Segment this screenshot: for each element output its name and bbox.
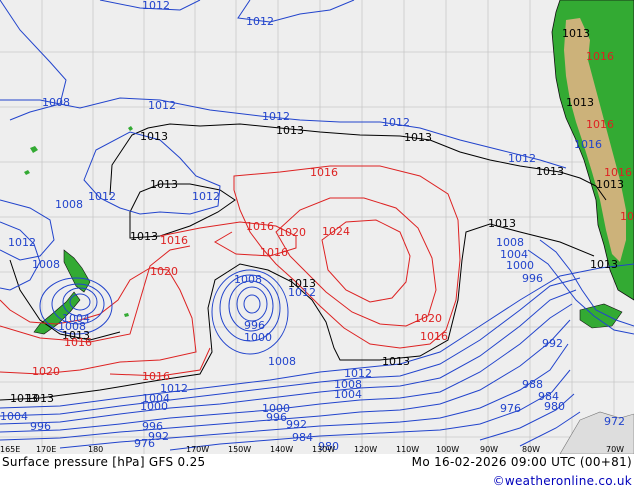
isobar-label-1013: 1013 xyxy=(276,124,304,137)
longitude-label: 180 xyxy=(88,445,103,454)
isobar-label-1004: 1004 xyxy=(334,388,362,401)
isobar-label-976: 976 xyxy=(500,402,521,415)
isobar-label-1016: 1016 xyxy=(246,220,274,233)
isobar-label-1008: 1008 xyxy=(268,355,296,368)
isobar-label-1013: 1013 xyxy=(590,258,618,271)
longitude-label: 110W xyxy=(396,445,419,454)
isobar-label-996: 996 xyxy=(522,272,543,285)
longitude-label: 140W xyxy=(270,445,293,454)
isobar-label-1016: 1016 xyxy=(420,330,448,343)
isobar-label-1008: 1008 xyxy=(42,96,70,109)
isobar-label-1013: 1013 xyxy=(488,217,516,230)
isobar-label-1016: 1016 xyxy=(586,118,614,131)
isobar-label-1016: 1016 xyxy=(310,166,338,179)
isobar-label-1013: 1013 xyxy=(150,178,178,191)
isobar-label-1012: 1012 xyxy=(88,190,116,203)
isobar-label-1020: 1020 xyxy=(278,226,306,239)
isobar-label-1020: 1020 xyxy=(32,365,60,378)
longitude-label: 90W xyxy=(480,445,498,454)
isobar-label-1016: 1016 xyxy=(64,336,92,349)
isobar-label-992: 992 xyxy=(286,418,307,431)
isobar-label-1012: 1012 xyxy=(382,116,410,129)
longitude-label: 170W xyxy=(186,445,209,454)
isobar-label-1012: 1012 xyxy=(246,15,274,28)
isobar-label-1020: 1020 xyxy=(150,265,178,278)
isobar-label-1013: 1013 xyxy=(566,96,594,109)
isobar-label-1008: 1008 xyxy=(55,198,83,211)
pressure-map: 1012 1012 1012 1008 1012 1012 1008 1012 … xyxy=(0,0,634,455)
isobar-label-1016: 1016 xyxy=(574,138,602,151)
isobar-label-1013: 1013 xyxy=(404,131,432,144)
isobar-label-1013: 1013 xyxy=(130,230,158,243)
isobar-label-996: 996 xyxy=(30,420,51,433)
map-canvas: 1012 1012 1012 1008 1012 1012 1008 1012 … xyxy=(0,0,634,455)
isobar-label-1016: 1016 xyxy=(586,50,614,63)
isobar-label-1016: 1016 xyxy=(142,370,170,383)
isobar-label-1013: 1013 xyxy=(596,178,624,191)
longitude-label: 80W xyxy=(522,445,540,454)
isobar-label-1012: 1012 xyxy=(160,382,188,395)
isobar-label-1012: 1012 xyxy=(192,190,220,203)
longitude-label: 165E xyxy=(0,445,20,454)
isobar-label-1016: 1016 xyxy=(260,246,288,259)
valid-time: Mo 16-02-2026 09:00 UTC (00+81) xyxy=(411,455,632,469)
isobar-label-992: 992 xyxy=(542,337,563,350)
isobar-label-1016: 1016 xyxy=(160,234,188,247)
isobar-label-1023: 1023 xyxy=(620,210,634,223)
isobar-label-980: 980 xyxy=(544,400,565,413)
isobar-label-1013: 1013 xyxy=(140,130,168,143)
isobar-label-1008: 1008 xyxy=(234,273,262,286)
isobar-label-1000: 1000 xyxy=(506,259,534,272)
isobar-label-1013: 1013 xyxy=(382,355,410,368)
isobar-label-1024: 1024 xyxy=(322,225,350,238)
isobar-label-984: 984 xyxy=(292,431,313,444)
longitude-axis: 165E 170E 180 170W 150W 140W 130W 120W 1… xyxy=(0,445,624,454)
isobar-label-1012: 1012 xyxy=(142,0,170,12)
longitude-label: 100W xyxy=(436,445,459,454)
isobar-label-1012: 1012 xyxy=(508,152,536,165)
isobar-label-1013: 1013 xyxy=(536,165,564,178)
isobar-label-972: 972 xyxy=(604,415,625,428)
isobar-label-1008: 1008 xyxy=(32,258,60,271)
longitude-label: 70W xyxy=(606,445,624,454)
isobar-label-1013: 1013 xyxy=(26,392,54,405)
longitude-label: 130W xyxy=(312,445,335,454)
isobar-label-1000: 1000 xyxy=(244,331,272,344)
longitude-label: 150W xyxy=(228,445,251,454)
isobar-label-1016: 1016 xyxy=(604,166,632,179)
isobar-label-1012: 1012 xyxy=(148,99,176,112)
isobar-label-1013: 1013 xyxy=(562,27,590,40)
longitude-label: 120W xyxy=(354,445,377,454)
isobar-label-1012: 1012 xyxy=(8,236,36,249)
isobar-label-1004: 1004 xyxy=(0,410,28,423)
isobar-label-1020: 1020 xyxy=(414,312,442,325)
isobar-label-1013: 1013 xyxy=(288,277,316,290)
source-credit-link[interactable]: ©weatheronline.co.uk xyxy=(493,474,632,488)
isobar-label-976: 976 xyxy=(134,437,155,450)
chart-title: Surface pressure [hPa] GFS 0.25 xyxy=(2,455,206,469)
longitude-label: 170E xyxy=(36,445,56,454)
map-footer: Surface pressure [hPa] GFS 0.25 Mo 16-02… xyxy=(0,454,634,490)
isobar-label-996: 996 xyxy=(266,411,287,424)
isobar-label-1012: 1012 xyxy=(262,110,290,123)
